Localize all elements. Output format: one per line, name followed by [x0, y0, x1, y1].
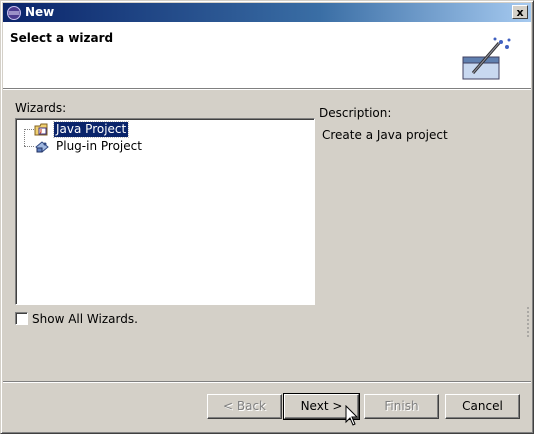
- show-all-wizards-checkbox[interactable]: [15, 312, 28, 325]
- cancel-button[interactable]: Cancel: [445, 394, 520, 419]
- new-wizard-dialog: New x Select a wizard Wizards: Java Proj…: [0, 0, 534, 434]
- wizard-banner: Select a wizard: [3, 22, 531, 89]
- footer-divider-highlight: [3, 382, 531, 383]
- tree-connector: [24, 129, 34, 130]
- tree-item-label: Plug-in Project: [56, 139, 142, 153]
- tree-connector: [24, 129, 25, 146]
- wizards-label: Wizards:: [15, 101, 67, 115]
- plugin-project-icon: [35, 141, 49, 153]
- finish-button[interactable]: Finish: [364, 394, 439, 419]
- tree-item-label: Java Project: [52, 121, 130, 138]
- window-title: New: [25, 5, 55, 19]
- title-bar[interactable]: New x: [3, 3, 531, 22]
- banner-title: Select a wizard: [10, 31, 114, 45]
- tree-connector: [24, 146, 34, 147]
- banner-divider: [3, 89, 531, 90]
- close-button[interactable]: x: [512, 5, 528, 19]
- description-text: Create a Java project: [322, 128, 448, 142]
- sash-grip-icon[interactable]: [527, 307, 529, 337]
- new-wizard-icon: [462, 37, 511, 80]
- wizards-tree[interactable]: Java Project Plug-in Project: [15, 118, 315, 305]
- show-all-wizards-label[interactable]: Show All Wizards.: [32, 312, 138, 326]
- java-project-icon: [34, 123, 48, 136]
- description-label: Description:: [319, 106, 392, 120]
- mouse-cursor-icon: [345, 405, 359, 426]
- eclipse-icon: [7, 6, 21, 20]
- back-button[interactable]: < Back: [207, 394, 282, 419]
